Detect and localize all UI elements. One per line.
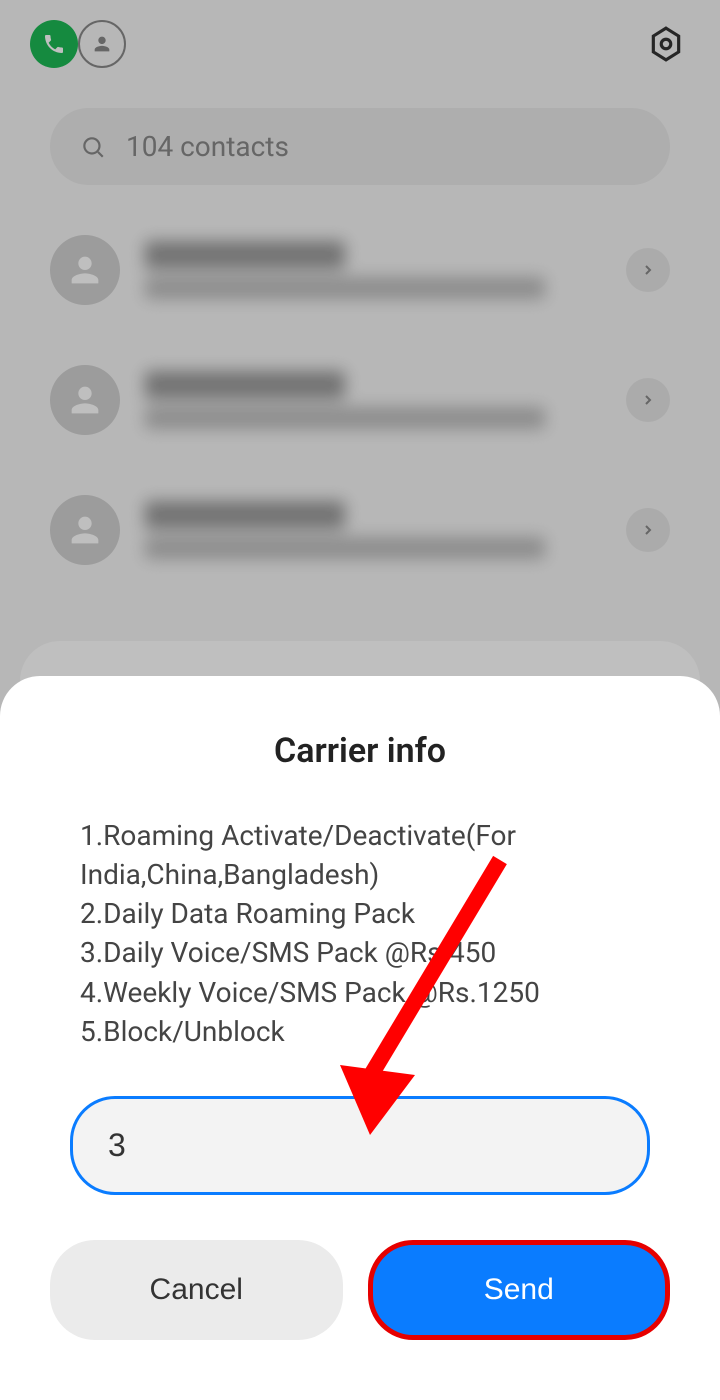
dialog-option-line: 1.Roaming Activate/Deactivate(For India,… — [80, 816, 640, 894]
dialog-option-line: 3.Daily Voice/SMS Pack @Rs.450 — [80, 933, 640, 972]
send-button[interactable]: Send — [368, 1240, 671, 1340]
dialog-option-line: 2.Daily Data Roaming Pack — [80, 894, 640, 933]
cancel-button[interactable]: Cancel — [50, 1240, 343, 1340]
dialog-option-line: 4.Weekly Voice/SMS Pack @Rs.1250 — [80, 973, 640, 1012]
carrier-info-dialog: Carrier info 1.Roaming Activate/Deactiva… — [0, 676, 720, 1400]
dialog-title: Carrier info — [50, 731, 670, 771]
ussd-input[interactable] — [70, 1096, 650, 1195]
dialog-options-text: 1.Roaming Activate/Deactivate(For India,… — [50, 816, 670, 1051]
dialog-button-row: Cancel Send — [50, 1240, 670, 1340]
dialog-option-line: 5.Block/Unblock — [80, 1012, 640, 1051]
